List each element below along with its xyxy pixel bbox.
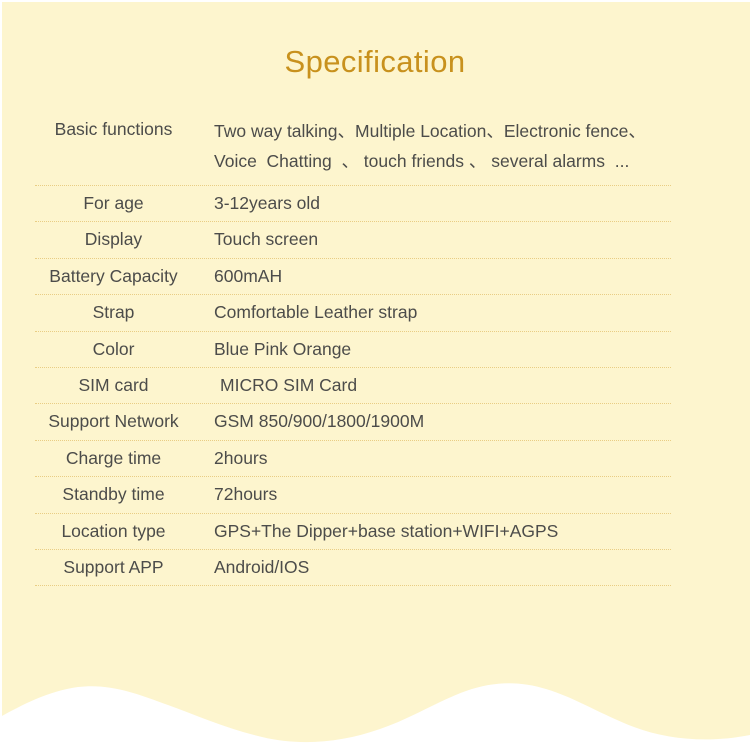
spec-row-value: Android/IOS (214, 556, 310, 577)
specification-page: Specification Basic functions Two way tal… (0, 0, 750, 753)
spec-row-value: 3-12years old (214, 193, 321, 213)
spec-row-value: Two way talking、Multiple Location、Electr… (214, 121, 646, 172)
spec-row-label: Support Network (48, 411, 179, 432)
spec-row: Color Blue Pink Orange (35, 332, 671, 368)
spec-row: Support Network GSM 850/900/1800/1900M (35, 404, 671, 441)
spec-row: Charge time 2hours (35, 441, 671, 478)
spec-row-value: 600mAH (214, 265, 283, 286)
spec-row-label: Charge time (65, 447, 162, 468)
spec-row: Support APP Android/IOS (35, 550, 671, 587)
spec-row: Location type GPS+The Dipper+base station… (35, 514, 671, 550)
spec-row-label: Battery Capacity (49, 265, 178, 286)
spec-row-label: For age (83, 193, 144, 213)
spec-row: Basic functions Two way talking、Multiple … (35, 112, 671, 186)
spec-row-label: SIM card (78, 374, 149, 395)
spec-row-value: Comfortable Leather strap (214, 302, 418, 323)
wave-path (0, 683, 750, 753)
page-title: Specification (284, 44, 466, 79)
spec-row: Standby time 72hours (35, 477, 671, 514)
spec-row: Display Touch screen (35, 222, 671, 259)
spec-row-value: MICRO SIM Card (220, 374, 358, 395)
specification-table: Basic functions Two way talking、Multiple … (35, 112, 671, 587)
spec-row: SIM card MICRO SIM Card (35, 368, 671, 405)
spec-row-value: 72hours (214, 484, 278, 505)
spec-row-label: Basic functions (54, 119, 173, 139)
spec-row: Battery Capacity 600mAH (35, 259, 671, 296)
spec-row-value: Blue Pink Orange (214, 338, 352, 359)
frame-edge-left (0, 0, 2, 753)
bottom-wave-decoration (0, 683, 750, 753)
spec-row: For age 3-12years old (35, 186, 671, 223)
spec-row-label: Location type (61, 520, 166, 541)
spec-row-label: Color (92, 338, 135, 359)
spec-row-value: GSM 850/900/1800/1900M (214, 411, 425, 432)
spec-row-label: Strap (92, 302, 135, 323)
spec-row-label: Display (84, 229, 143, 250)
spec-row-label: Standby time (62, 484, 165, 505)
spec-row-value: GPS+The Dipper+base station+WIFI+AGPS (214, 520, 559, 541)
spec-row-value: 2hours (214, 447, 268, 468)
spec-row-value: Touch screen (214, 229, 319, 250)
spec-row: Strap Comfortable Leather strap (35, 295, 671, 332)
frame-edge-top (0, 0, 750, 2)
spec-row-label: Support APP (63, 556, 164, 577)
